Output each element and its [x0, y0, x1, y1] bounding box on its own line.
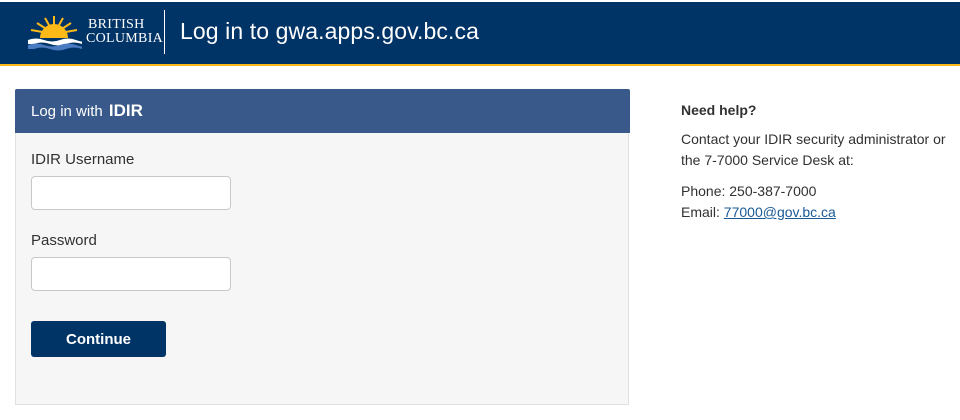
help-phone: Phone: 250-387-7000 [681, 181, 951, 202]
continue-button[interactable]: Continue [31, 321, 166, 357]
help-description: Contact your IDIR security administrator… [681, 131, 946, 168]
help-title: Need help? [681, 102, 757, 118]
help-section: Need help? Contact your IDIR security ad… [681, 100, 951, 223]
bc-government-logo[interactable]: BRITISH COLUMBIA [26, 14, 163, 52]
bc-sun-logo-icon [28, 16, 82, 51]
phone-label: Phone: [681, 183, 726, 199]
password-input[interactable] [31, 257, 231, 291]
password-label: Password [31, 232, 97, 249]
logo-wordmark: BRITISH COLUMBIA [86, 18, 163, 46]
username-label: IDIR Username [31, 151, 135, 168]
phone-value: 250-387-7000 [729, 183, 817, 199]
login-panel [15, 89, 629, 405]
header-divider [164, 10, 165, 54]
heading-brand: IDIR [108, 101, 143, 120]
page-title: Log in to gwa.apps.gov.bc.ca [180, 18, 480, 44]
login-panel-header: Log in with IDIR [15, 89, 630, 133]
login-panel-heading: Log in with IDIR [31, 101, 143, 122]
username-input[interactable] [31, 176, 231, 210]
logo-line-2: COLUMBIA [86, 31, 164, 46]
heading-prefix: Log in with [31, 103, 103, 120]
site-header: BRITISH COLUMBIA Log in to gwa.apps.gov.… [0, 0, 960, 66]
header-top-line [0, 0, 960, 2]
logo-line-1: BRITISH [88, 17, 145, 32]
help-email: Email: 77000@gov.bc.ca [681, 202, 951, 223]
email-label: Email: [681, 204, 720, 220]
email-link[interactable]: 77000@gov.bc.ca [724, 204, 836, 220]
